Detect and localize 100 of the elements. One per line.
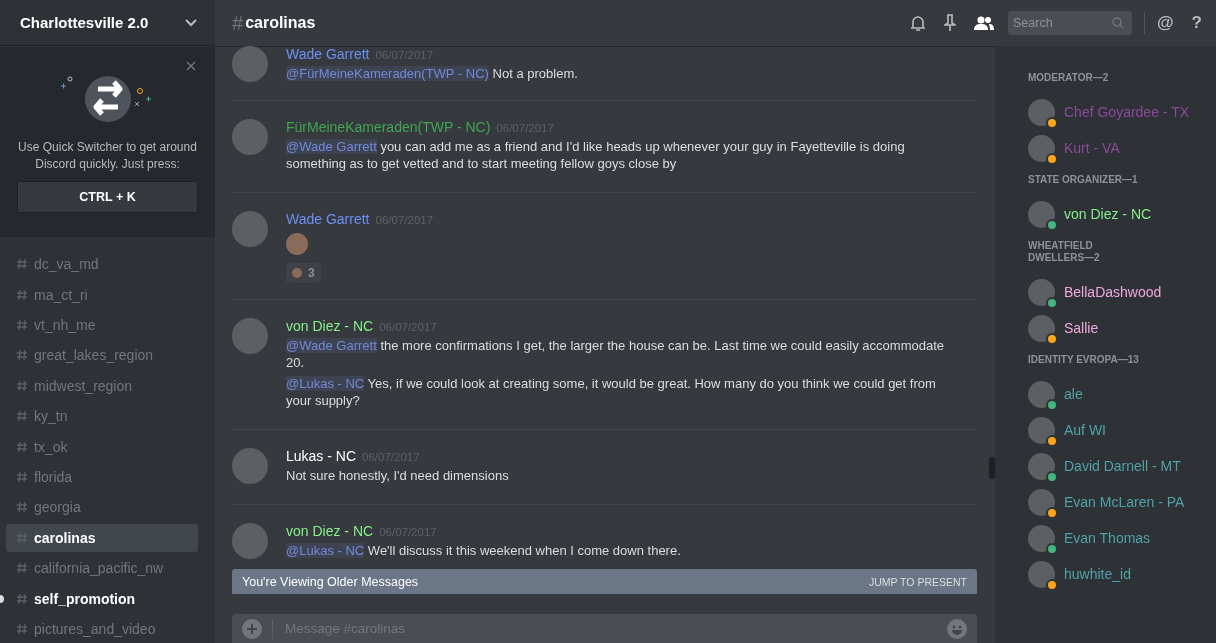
- member-name[interactable]: huwhite_id: [1064, 566, 1131, 582]
- channel-item[interactable]: self_promotion: [6, 584, 198, 613]
- channel-item[interactable]: pictures_and_video: [6, 615, 198, 643]
- member-name[interactable]: Chef Goyardee - TX: [1064, 104, 1190, 120]
- author-name[interactable]: von Diez - NC: [286, 318, 374, 334]
- author-name[interactable]: Wade Garrett: [286, 46, 370, 62]
- member-group-heading: MODERATOR—2: [1028, 72, 1110, 84]
- member-avatar[interactable]: [1028, 278, 1055, 306]
- member-name[interactable]: BellaDashwood: [1064, 284, 1162, 300]
- member-group-heading: IDENTITY EVROPA—13: [1028, 354, 1140, 366]
- member-name[interactable]: Sallie: [1064, 320, 1099, 336]
- channel-name: florida: [34, 469, 73, 486]
- channel-item[interactable]: tx_ok: [6, 432, 198, 461]
- channel-name: ma_ct_ri: [34, 286, 88, 303]
- mention-link[interactable]: @Lukas - NC: [286, 376, 365, 391]
- chevron-down-icon: [185, 18, 197, 27]
- mentions-button[interactable]: @: [1157, 13, 1174, 33]
- hash-symbol: #: [232, 11, 244, 35]
- channel-item[interactable]: carolinas: [6, 523, 198, 552]
- author-name[interactable]: Wade Garrett: [286, 211, 370, 227]
- member-group-heading: STATE ORGANIZER—1: [1028, 174, 1139, 186]
- channel-name: self_promotion: [34, 590, 136, 607]
- hash-icon: [16, 379, 28, 392]
- hash-icon: [16, 440, 28, 453]
- channel-name: california_pacific_nw: [34, 560, 164, 577]
- channel-name: vt_nh_me: [34, 317, 96, 334]
- help-button[interactable]: ?: [1191, 13, 1202, 33]
- member-name[interactable]: Evan McLaren - PA: [1064, 494, 1185, 510]
- channel-item[interactable]: georgia: [6, 493, 198, 522]
- message-text: @Wade Garrett the more confirmations I get, the larger the house can be. Last time we could easily accommodate 20.: [286, 337, 945, 371]
- hash-icon: [16, 501, 28, 514]
- hash-icon: [16, 410, 28, 423]
- server-name: Charlottesville 2.0: [20, 14, 149, 32]
- hash-icon: [16, 258, 28, 271]
- search-field[interactable]: Search: [1008, 11, 1133, 35]
- member-name[interactable]: Auf WI: [1064, 422, 1106, 438]
- message-text: @FürMeineKameraden(TWP - NC) Not a problem.: [286, 65, 579, 82]
- channel-name: ky_tn: [34, 408, 68, 425]
- channel-item[interactable]: california_pacific_nw: [6, 554, 198, 583]
- bell-icon[interactable]: [910, 14, 927, 32]
- shortcut-key: CTRL + K: [17, 181, 198, 213]
- member-avatar[interactable]: [1028, 524, 1055, 552]
- message-text: @Lukas - NC We'll discuss it this weekend when I come down there.: [286, 542, 682, 559]
- server-header[interactable]: Charlottesville 2.0: [0, 0, 215, 46]
- message-text: @Wade Garrett you can add me as a friend and I'd like heads up whenever your guy in Fayetteville is doing something as to get vetted and to start meeting fellow goys close by: [286, 138, 906, 172]
- author-name[interactable]: FürMeineKameraden(TWP - NC): [286, 119, 491, 135]
- member-avatar[interactable]: [1028, 416, 1055, 444]
- search-icon: [1112, 17, 1125, 29]
- hash-icon: [16, 531, 28, 544]
- quick-switcher-hint: Use Quick Switcher to get around Discord quickly. Just press:: [17, 139, 198, 173]
- jump-to-present-link[interactable]: JUMP TO PRESENT: [868, 575, 967, 588]
- member-avatar[interactable]: [1028, 134, 1055, 162]
- channel-item[interactable]: midwest_region: [6, 371, 198, 400]
- mention-link[interactable]: @Wade Garrett: [286, 139, 377, 154]
- hash-icon: [16, 592, 28, 605]
- member-group-heading: WHEATFIELD DWELLERS—2: [1028, 240, 1101, 264]
- member-name[interactable]: Evan Thomas: [1064, 530, 1151, 546]
- close-icon[interactable]: [186, 61, 196, 71]
- mention-link[interactable]: @FürMeineKameraden(TWP - NC): [286, 66, 489, 81]
- channel-item[interactable]: vt_nh_me: [6, 311, 198, 340]
- member-name[interactable]: von Diez - NC: [1064, 206, 1152, 222]
- hash-icon: [16, 319, 28, 332]
- member-avatar[interactable]: [1028, 98, 1055, 126]
- channel-item[interactable]: dc_va_md: [6, 250, 198, 279]
- member-name[interactable]: ale: [1064, 386, 1083, 402]
- channel-item[interactable]: ky_tn: [6, 402, 198, 431]
- member-name[interactable]: David Darnell - MT: [1064, 458, 1181, 474]
- member-avatar[interactable]: [1028, 314, 1055, 342]
- member-avatar[interactable]: [1028, 452, 1055, 480]
- channel-name: dc_va_md: [34, 256, 99, 273]
- channel-name: pictures_and_video: [34, 621, 156, 637]
- channel-name: great_lakes_region: [34, 347, 154, 364]
- hash-icon: [16, 562, 28, 575]
- channel-name: carolinas: [34, 529, 96, 546]
- channel-item[interactable]: ma_ct_ri: [6, 280, 198, 309]
- channel-name: tx_ok: [34, 438, 68, 455]
- channel-name: georgia: [34, 499, 81, 516]
- pin-icon[interactable]: [944, 14, 957, 32]
- scrollbar-thumb[interactable]: [989, 457, 995, 479]
- mention-link[interactable]: @Lukas - NC: [286, 543, 365, 558]
- hash-icon: [16, 288, 28, 301]
- member-avatar[interactable]: [1028, 200, 1055, 228]
- hash-icon: [16, 349, 28, 362]
- member-avatar[interactable]: [1028, 380, 1055, 408]
- channel-name: midwest_region: [34, 377, 133, 394]
- hash-icon: [16, 623, 28, 635]
- channel-item[interactable]: florida: [6, 463, 198, 492]
- author-name[interactable]: von Diez - NC: [286, 523, 374, 539]
- banner-text: You're Viewing Older Messages: [242, 574, 419, 589]
- mention-link[interactable]: @Wade Garrett: [286, 338, 377, 353]
- reaction-button[interactable]: 3: [286, 263, 321, 283]
- member-name[interactable]: Kurt - VA: [1064, 140, 1120, 156]
- author-name[interactable]: Lukas - NC: [286, 448, 357, 464]
- message-text: Not sure honestly, I'd need dimensions: [286, 467, 510, 484]
- channel-title: carolinas: [245, 14, 316, 32]
- hash-icon: [16, 471, 28, 484]
- channel-item[interactable]: great_lakes_region: [6, 341, 198, 370]
- members-icon[interactable]: [974, 16, 995, 30]
- member-avatar[interactable]: [1028, 560, 1055, 588]
- member-avatar[interactable]: [1028, 488, 1055, 516]
